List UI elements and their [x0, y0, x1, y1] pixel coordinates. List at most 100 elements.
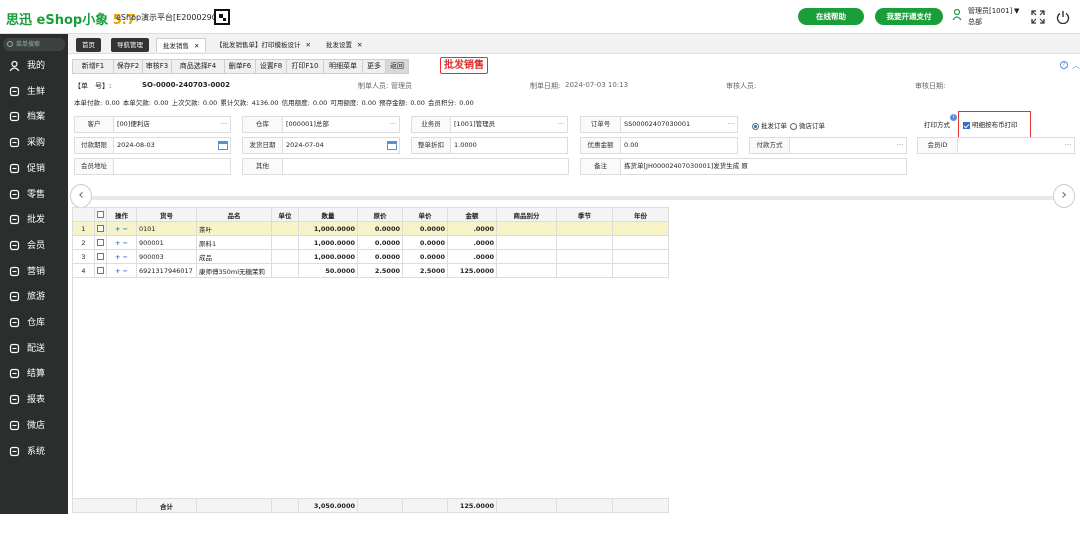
online-help-button[interactable]: 在线帮助 — [798, 8, 864, 25]
pay-method-field[interactable] — [789, 137, 907, 154]
tab-wholesale-sales[interactable]: 批发销售 ✕ — [156, 38, 207, 52]
salesman-more-icon[interactable]: ··· — [555, 118, 567, 135]
cell-unit[interactable] — [271, 249, 299, 264]
tab-wholesale-settings[interactable]: 批发设置 ✕ — [320, 38, 368, 52]
discount-field[interactable]: 1.0000 — [450, 137, 568, 154]
add-row-icon[interactable]: + — [115, 253, 120, 261]
column-header[interactable]: 金额 — [447, 207, 497, 222]
member-id-field[interactable] — [957, 137, 1075, 154]
cell-name[interactable]: 康师傅350ml无糖茉莉 — [196, 263, 272, 278]
cell-price[interactable]: 2.5000 — [402, 263, 448, 278]
row-checkbox[interactable] — [94, 221, 107, 236]
new-button[interactable]: 新增F1 — [72, 59, 114, 74]
warehouse-field[interactable]: [000001]总部 — [282, 116, 400, 133]
remark-field[interactable]: 拣货单[JH00002407030001]发货生成 原 — [620, 158, 907, 175]
other-field[interactable] — [282, 158, 569, 175]
ship-date-field[interactable]: 2024-07-04 — [282, 137, 400, 154]
sidebar-item-9[interactable]: 营销 — [0, 261, 68, 283]
info-icon[interactable]: i — [950, 114, 957, 121]
add-row-icon[interactable]: + — [115, 267, 120, 275]
help-icon[interactable]: ? — [1060, 61, 1068, 69]
cell-amount[interactable]: .0000 — [447, 249, 497, 264]
cell-price[interactable]: 0.0000 — [402, 249, 448, 264]
menu-search-input[interactable]: 菜单搜索 — [3, 38, 65, 51]
close-icon[interactable]: ✕ — [306, 41, 311, 49]
column-header[interactable]: 商品别分 — [496, 207, 557, 222]
sidebar-item-11[interactable]: 仓库 — [0, 312, 68, 334]
pay-method-more-icon[interactable]: ··· — [894, 139, 906, 156]
chevron-right-icon[interactable]: › — [1053, 184, 1075, 208]
settings-button[interactable]: 设置F8 — [255, 59, 287, 74]
sidebar-item-1[interactable]: 我的 — [0, 55, 68, 77]
remove-row-icon[interactable]: − — [123, 253, 128, 261]
sidebar-item-5[interactable]: 促销 — [0, 158, 68, 180]
cell-price[interactable]: 0.0000 — [402, 235, 448, 250]
qr-code-icon[interactable] — [214, 9, 230, 25]
delete-button[interactable]: 删单F6 — [224, 59, 256, 74]
cell-unit[interactable] — [271, 235, 299, 250]
member-addr-field[interactable] — [113, 158, 231, 175]
user-name[interactable]: 管理员[1001] — [968, 6, 1012, 16]
cell-code[interactable]: 900003 — [136, 249, 197, 264]
save-button[interactable]: 保存F2 — [113, 59, 143, 74]
remove-row-icon[interactable]: − — [123, 225, 128, 233]
collapse-up-icon[interactable]: ︿ — [1072, 60, 1080, 71]
customer-more-icon[interactable]: ··· — [218, 118, 230, 135]
table-row[interactable]: 3 + −900003 成品 1,000.0000 0.0000 0.0000.0000 — [72, 249, 669, 264]
sidebar-item-6[interactable]: 零售 — [0, 184, 68, 206]
cell-name[interactable]: 原料1 — [196, 235, 272, 250]
row-checkbox[interactable] — [94, 249, 107, 264]
tab-nav-management[interactable]: 导航管理 — [111, 38, 149, 52]
cell-code[interactable]: 900001 — [136, 235, 197, 250]
sidebar-item-3[interactable]: 档案 — [0, 106, 68, 128]
fullscreen-icon[interactable] — [1031, 10, 1045, 24]
sidebar-item-7[interactable]: 批发 — [0, 209, 68, 231]
sidebar-item-16[interactable]: 系统 — [0, 441, 68, 463]
select-all-checkbox[interactable] — [94, 207, 107, 222]
column-header[interactable]: 数量 — [298, 207, 358, 222]
power-icon[interactable] — [1056, 10, 1070, 24]
calendar-icon[interactable] — [387, 141, 397, 150]
sidebar-item-2[interactable]: 生鲜 — [0, 81, 68, 103]
sidebar-item-15[interactable]: 微店 — [0, 415, 68, 437]
detail-menu-button[interactable]: 明细菜单 — [323, 59, 363, 74]
open-payment-button[interactable]: 我要开通支付 — [875, 8, 943, 25]
cell-amount[interactable]: .0000 — [447, 235, 497, 250]
coupon-field[interactable]: 0.00 — [620, 137, 738, 154]
radio-wholesale-order[interactable]: 批发订单 — [752, 120, 787, 130]
cell-amount[interactable]: 125.0000 — [447, 263, 497, 278]
add-row-icon[interactable]: + — [115, 225, 120, 233]
sidebar-item-14[interactable]: 报表 — [0, 389, 68, 411]
user-menu-chevron-icon[interactable]: ▼ — [1014, 7, 1019, 15]
sidebar-item-12[interactable]: 配送 — [0, 338, 68, 360]
calendar-icon[interactable] — [218, 141, 228, 150]
sidebar-item-4[interactable]: 采购 — [0, 132, 68, 154]
cell-name[interactable]: 茶叶 — [196, 221, 272, 236]
cell-code[interactable]: 0101 — [136, 221, 197, 236]
cell-orig-price[interactable]: 2.5000 — [357, 263, 403, 278]
tab-print-template[interactable]: 【批发销售单】打印模板设计 ✕ — [210, 38, 317, 52]
table-row[interactable]: 2 + −900001 原料1 1,000.0000 0.0000 0.0000.0000 — [72, 235, 669, 250]
cell-unit[interactable] — [271, 221, 299, 236]
close-icon[interactable]: ✕ — [194, 42, 199, 50]
column-header[interactable]: 货号 — [136, 207, 197, 222]
tab-home[interactable]: 首页 — [76, 38, 101, 52]
cell-qty[interactable]: 1,000.0000 — [298, 221, 358, 236]
column-header[interactable]: 季节 — [556, 207, 613, 222]
select-product-button[interactable]: 商品选择F4 — [171, 59, 225, 74]
cell-qty[interactable]: 1,000.0000 — [298, 235, 358, 250]
column-header[interactable]: 年份 — [612, 207, 669, 222]
chevron-left-icon[interactable]: ‹ — [70, 184, 92, 208]
warehouse-more-icon[interactable]: ··· — [387, 118, 399, 135]
back-button[interactable]: 返回 — [385, 59, 409, 74]
more-button[interactable]: 更多 — [362, 59, 386, 74]
order-no-field[interactable]: SS00002407030001 — [620, 116, 738, 133]
cell-unit[interactable] — [271, 263, 299, 278]
remove-row-icon[interactable]: − — [123, 267, 128, 275]
sidebar-item-10[interactable]: 旅游 — [0, 286, 68, 308]
column-header[interactable]: 品名 — [196, 207, 272, 222]
salesman-field[interactable]: [1001]管理员 — [450, 116, 568, 133]
cell-name[interactable]: 成品 — [196, 249, 272, 264]
remove-row-icon[interactable]: − — [123, 239, 128, 247]
column-header[interactable]: 原价 — [357, 207, 403, 222]
